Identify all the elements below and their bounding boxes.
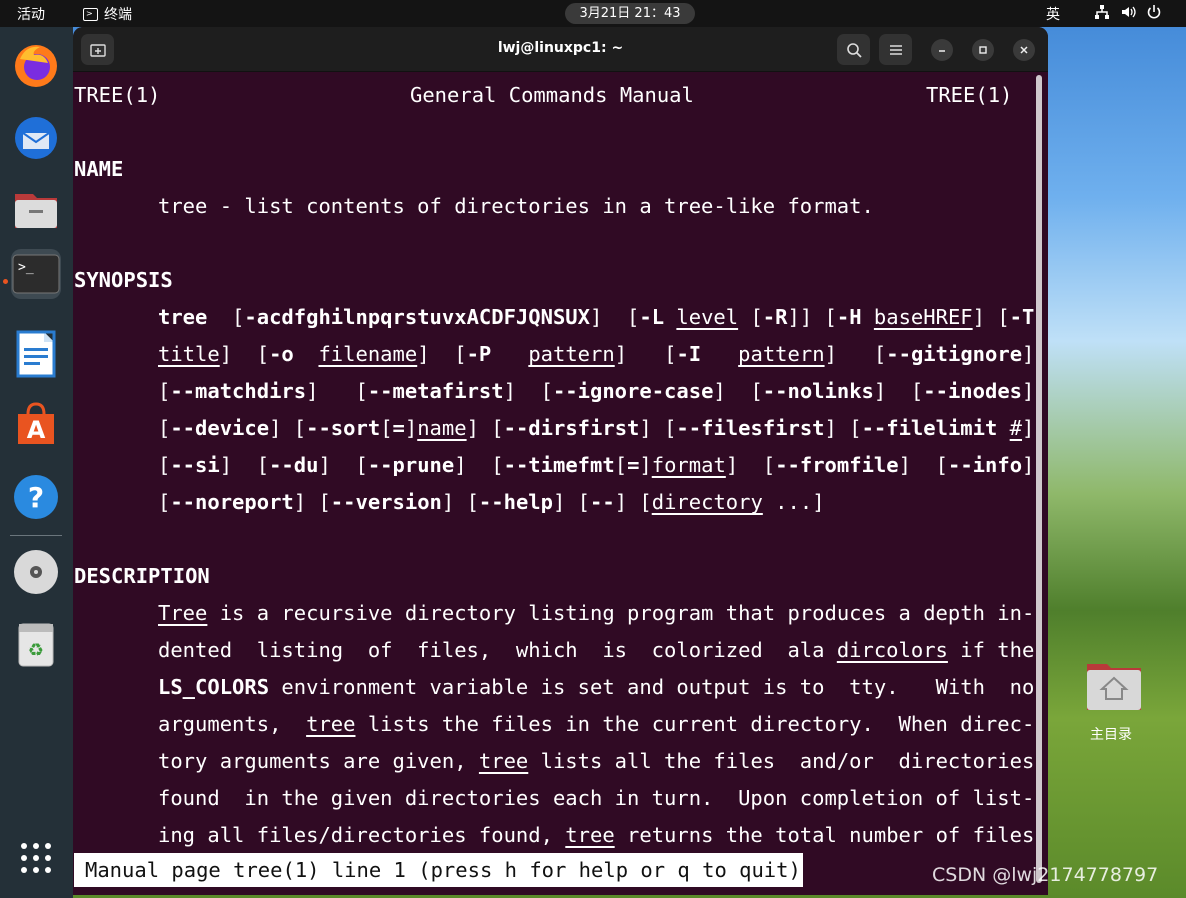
network-icon [1095, 5, 1109, 19]
man-header-line: TREE(1) General Commands Manual TREE(1) [74, 77, 1012, 114]
search-icon [846, 42, 862, 58]
terminal-output[interactable]: TREE(1) General Commands Manual TREE(1) NA… [73, 72, 1035, 895]
show-apps-icon[interactable] [11, 833, 61, 883]
description-line: tory arguments are given, tree lists all… [158, 749, 1035, 773]
dock: >_ A ? ♻ [0, 27, 73, 898]
synopsis-line: [--device] [--sort[=]name] [--dirsfirst]… [158, 416, 1035, 440]
minimize-icon [939, 50, 945, 52]
minimize-button[interactable] [931, 39, 953, 61]
menu-button[interactable] [879, 34, 912, 65]
app-menu[interactable]: > 终端 [83, 4, 132, 24]
volume-icon [1122, 6, 1136, 18]
man-header-center: General Commands Manual [410, 83, 694, 107]
search-button[interactable] [837, 34, 870, 65]
window-header: lwj@linuxpc1: ~ [73, 27, 1048, 72]
maximize-button[interactable] [972, 39, 994, 61]
svg-text:?: ? [28, 481, 44, 514]
home-folder-label: 主目录 [1090, 727, 1132, 743]
running-indicator [3, 279, 8, 284]
svg-text:♻: ♻ [28, 640, 44, 661]
man-header-left: TREE(1) [74, 83, 161, 107]
scrollbar[interactable] [1036, 75, 1042, 883]
watermark: CSDN @lwj2174778797 [932, 864, 1159, 886]
pager-status-line: Manual page tree(1) line 1 (press h for … [74, 853, 803, 887]
section-name-heading: NAME [74, 157, 124, 181]
app-name: 终端 [104, 7, 132, 23]
firefox-icon[interactable] [11, 40, 61, 90]
synopsis-line: [--noreport] [--version] [--help] [--] [… [158, 490, 825, 514]
description-line: LS_COLORS environment variable is set an… [158, 675, 1035, 699]
section-description-heading: DESCRIPTION [74, 564, 210, 588]
hamburger-icon [889, 44, 902, 55]
power-icon [1147, 5, 1161, 19]
input-method-indicator[interactable]: 英 [1046, 4, 1060, 24]
maximize-icon [979, 46, 987, 54]
activities-button[interactable]: 活动 [17, 4, 45, 24]
home-folder-icon[interactable] [1086, 660, 1142, 712]
disc-icon[interactable] [11, 547, 61, 597]
top-bar: 活动 > 终端 3月21日 21：43 英 [0, 0, 1186, 27]
terminal-window: lwj@linuxpc1: ~ TREE(1) General Commands … [73, 27, 1048, 895]
help-icon[interactable]: ? [11, 472, 61, 522]
system-tray[interactable] [1094, 4, 1162, 20]
synopsis-line: [--si] [--du] [--prune] [--timefmt[=]for… [158, 453, 1035, 477]
trash-icon[interactable]: ♻ [11, 619, 61, 669]
name-description: tree - list contents of directories in a… [158, 194, 874, 218]
description-line: found in the given directories each in t… [158, 786, 1035, 810]
svg-text:>_: >_ [18, 260, 34, 275]
synopsis-line: title] [-o filename] [-P pattern] [-I pa… [158, 342, 1035, 366]
thunderbird-icon[interactable] [11, 112, 61, 162]
synopsis-line: tree [-acdfghilnpqrstuvxACDFJQNSUX] [-L … [158, 305, 1035, 329]
clock[interactable]: 3月21日 21：43 [565, 3, 695, 24]
close-button[interactable] [1013, 39, 1035, 61]
man-header-right: TREE(1) [926, 83, 1013, 107]
description-line: Tree is a recursive directory listing pr… [158, 601, 1035, 625]
dock-separator [10, 535, 62, 536]
description-line: ing all files/directories found, tree re… [158, 823, 1035, 847]
section-synopsis-heading: SYNOPSIS [74, 268, 173, 292]
terminal-icon: > [83, 7, 98, 21]
terminal-dock-icon[interactable]: >_ [11, 249, 61, 299]
writer-icon[interactable] [11, 329, 61, 379]
files-icon[interactable] [11, 184, 61, 234]
synopsis-line: [--matchdirs] [--metafirst] [--ignore-ca… [158, 379, 1035, 403]
close-icon [1020, 46, 1028, 54]
description-line: arguments, tree lists the files in the c… [158, 712, 1035, 736]
svg-text:A: A [27, 416, 46, 444]
app-center-icon[interactable]: A [11, 399, 61, 449]
description-line: dented listing of files, which is colori… [158, 638, 1035, 662]
